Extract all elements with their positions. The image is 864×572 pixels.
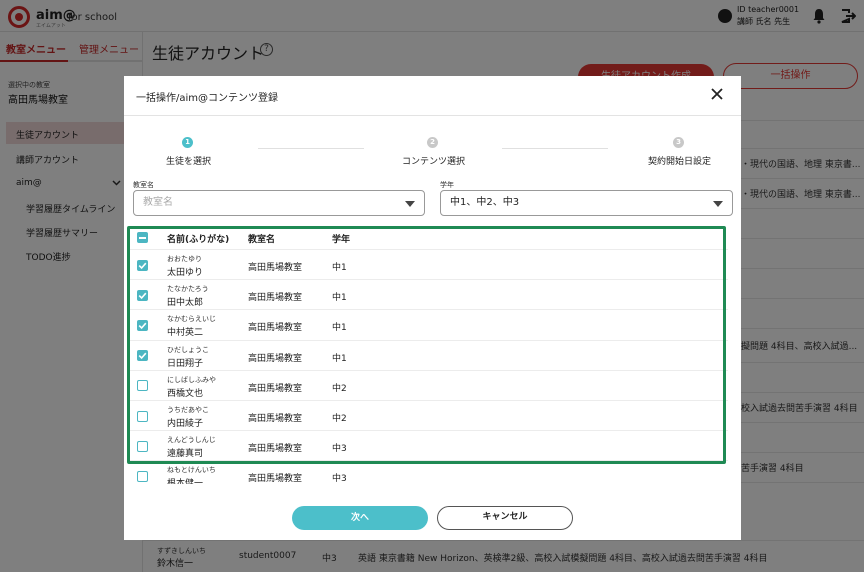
step-2-label: コンテンツ選択 — [402, 157, 466, 167]
step-connector — [258, 148, 364, 149]
step-3-circle: 3 — [673, 137, 684, 148]
student-name: 根本健一 — [167, 476, 203, 484]
step-2-circle: 2 — [427, 137, 438, 148]
step-3-label: 契約開始日設定 — [648, 157, 712, 167]
grade-select[interactable]: 中1、中2、中3 — [440, 190, 733, 216]
step-connector — [502, 148, 608, 149]
close-icon[interactable] — [710, 87, 724, 101]
row-checkbox[interactable] — [137, 470, 148, 482]
modal-header-divider — [124, 115, 741, 116]
modal-title: 一括操作/aim@コンテンツ登録 — [136, 93, 279, 104]
step-1-circle: 1 — [182, 137, 193, 148]
cancel-button[interactable]: キャンセル — [437, 506, 573, 530]
student-kana: ねもとけんいち — [167, 466, 216, 475]
grade-field-label: 学年 — [440, 181, 454, 189]
student-classroom: 高田馬場教室 — [248, 474, 303, 484]
student-grade: 中3 — [332, 474, 347, 484]
table-row[interactable]: ねもとけんいち根本健一 高田馬場教室 中3 — [128, 461, 728, 484]
caret-down-icon — [713, 201, 723, 207]
step-1-label: 生徒を選択 — [166, 157, 212, 167]
classroom-field-label: 教室名 — [133, 181, 154, 189]
table-highlight-box — [127, 226, 726, 464]
classroom-select[interactable]: 教室名 — [133, 190, 425, 216]
next-button[interactable]: 次へ — [292, 506, 428, 530]
caret-down-icon — [405, 201, 415, 207]
